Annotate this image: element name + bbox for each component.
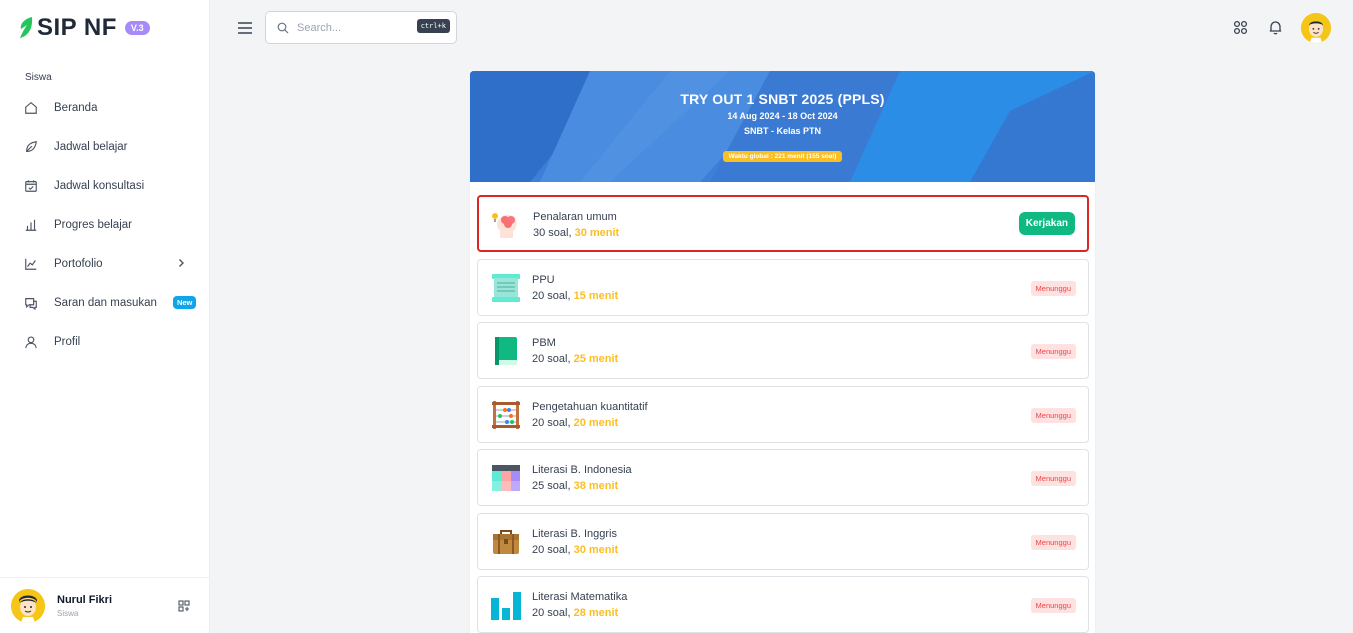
hamburger-menu-icon[interactable]: [237, 21, 253, 35]
palette-icon: [492, 465, 520, 491]
kerjakan-button[interactable]: Kerjakan: [1018, 212, 1075, 235]
subject-item-ppu[interactable]: PPU 20 soal, 15 menit Menunggu: [477, 258, 1089, 316]
subject-meta: 20 soal, 25 menit: [532, 353, 619, 365]
sidebar-item-portofolio[interactable]: Portofolio: [0, 244, 210, 283]
tryout-dates: 14 Aug 2024 - 18 Oct 2024: [727, 111, 838, 121]
app-logo[interactable]: SIP NF V.3: [18, 14, 150, 42]
status-badge: Menunggu: [1030, 344, 1076, 359]
sidebar-item-label: Beranda: [54, 101, 98, 114]
new-badge: New: [172, 296, 197, 309]
avatar-face-icon: [1301, 13, 1331, 43]
status-badge: Menunggu: [1030, 534, 1076, 550]
search-shortcut-hint: ctrl+k: [416, 19, 450, 33]
leaf-icon: [26, 140, 37, 152]
sidebar: SIP NF V.3 Siswa Beranda Jadwal belajar …: [0, 0, 210, 633]
tryout-title: TRY OUT 1 SNBT 2025 (PPLS): [680, 91, 885, 107]
subject-meta: 25 soal, 38 menit: [532, 480, 619, 492]
home-icon: [25, 101, 37, 114]
subject-meta: 20 soal, 15 menit: [532, 289, 619, 302]
abacus-icon: [492, 400, 520, 429]
sidebar-item-label: Portofolio: [54, 257, 103, 270]
bar-chart-icon: [25, 219, 37, 231]
global-time-badge: Waktu global : 221 menit (155 soal): [722, 151, 843, 162]
subject-meta: 20 soal, 30 menit: [532, 543, 619, 556]
sidebar-item-progres-belajar[interactable]: Progres belajar: [0, 205, 210, 244]
briefcase-icon: [493, 529, 519, 554]
sidebar-item-label: Saran dan masukan: [54, 296, 157, 309]
status-badge: Menunggu: [1030, 407, 1076, 423]
apps-grid-icon[interactable]: [1233, 20, 1248, 35]
calendar-check-icon: [25, 179, 37, 192]
sidebar-item-label: Profil: [54, 335, 81, 348]
subject-name: PBM: [532, 337, 556, 349]
sidebar-section-label: Siswa: [25, 72, 52, 83]
subject-name: Literasi Matematika: [532, 591, 628, 603]
subject-meta: 20 soal, 28 menit: [532, 607, 619, 619]
sidebar-item-jadwal-belajar[interactable]: Jadwal belajar: [0, 127, 210, 166]
status-badge: Menunggu: [1030, 598, 1076, 613]
version-badge: V.3: [124, 21, 150, 35]
tryout-banner: TRY OUT 1 SNBT 2025 (PPLS) 14 Aug 2024 -…: [470, 71, 1095, 182]
bars-icon: [491, 592, 521, 620]
avatar: [11, 588, 45, 623]
sidebar-item-label: Jadwal belajar: [54, 140, 128, 153]
tryout-card: TRY OUT 1 SNBT 2025 (PPLS) 14 Aug 2024 -…: [470, 71, 1095, 633]
status-badge: Menunggu: [1030, 471, 1076, 486]
search-bar[interactable]: ctrl+k: [265, 11, 457, 44]
brain-icon: [492, 213, 517, 238]
subject-item-pbm[interactable]: PBM 20 soal, 25 menit Menunggu: [477, 322, 1089, 379]
user-icon: [25, 335, 37, 348]
bell-icon[interactable]: [1268, 20, 1283, 35]
sidebar-item-jadwal-konsultasi[interactable]: Jadwal konsultasi: [0, 166, 210, 205]
status-badge: Menunggu: [1030, 280, 1076, 296]
subject-list: Penalaran umum 30 soal, 30 menit Kerjaka…: [477, 195, 1089, 633]
switch-account-icon[interactable]: [178, 600, 190, 612]
sidebar-item-profil[interactable]: Profil: [0, 322, 210, 361]
subject-name: Literasi B. Indonesia: [532, 464, 632, 476]
tryout-class: SNBT - Kelas PTN: [743, 126, 821, 136]
sidebar-item-label: Jadwal konsultasi: [54, 179, 145, 192]
sidebar-item-label: Progres belajar: [54, 218, 132, 231]
sidebar-nav: Beranda Jadwal belajar Jadwal konsultasi…: [0, 88, 210, 361]
user-profile-bar[interactable]: Nurul Fikri Siswa: [0, 577, 210, 633]
subject-item-literasi-b-indonesia[interactable]: Literasi B. Indonesia 25 soal, 38 menit …: [477, 449, 1089, 506]
book-icon: [495, 337, 517, 365]
user-role: Siswa: [57, 608, 79, 618]
chat-icon: [25, 297, 37, 310]
subject-name: Penalaran umum: [533, 211, 617, 223]
subject-item-literasi-b-inggris[interactable]: Literasi B. Inggris 20 soal, 30 menit Me…: [477, 512, 1089, 570]
search-input[interactable]: [297, 21, 402, 34]
header-avatar[interactable]: [1301, 13, 1331, 43]
subject-name: Pengetahuan kuantitatif: [532, 400, 648, 413]
scroll-icon: [492, 273, 520, 302]
avatar-face-icon: [11, 588, 45, 623]
sidebar-item-saran-dan-masukan[interactable]: Saran dan masukan New: [0, 283, 210, 322]
subject-meta: 20 soal, 20 menit: [532, 416, 619, 429]
subject-name: PPU: [532, 273, 555, 286]
chevron-right-icon: [179, 259, 184, 267]
line-chart-icon: [25, 258, 37, 270]
app-name: SIP NF: [37, 14, 117, 41]
user-name: Nurul Fikri: [57, 593, 113, 606]
search-icon: [277, 22, 289, 33]
leaf-logo-icon: [20, 17, 33, 38]
sidebar-item-beranda[interactable]: Beranda: [0, 88, 210, 127]
subject-item-literasi-matematika[interactable]: Literasi Matematika 20 soal, 28 menit Me…: [477, 576, 1089, 633]
subject-item-penalaran-umum[interactable]: Penalaran umum 30 soal, 30 menit Kerjaka…: [477, 195, 1089, 252]
subject-item-pengetahuan-kuantitatif[interactable]: Pengetahuan kuantitatif 20 soal, 20 meni…: [477, 385, 1089, 443]
subject-name: Literasi B. Inggris: [532, 527, 617, 540]
subject-meta: 30 soal, 30 menit: [533, 227, 620, 239]
